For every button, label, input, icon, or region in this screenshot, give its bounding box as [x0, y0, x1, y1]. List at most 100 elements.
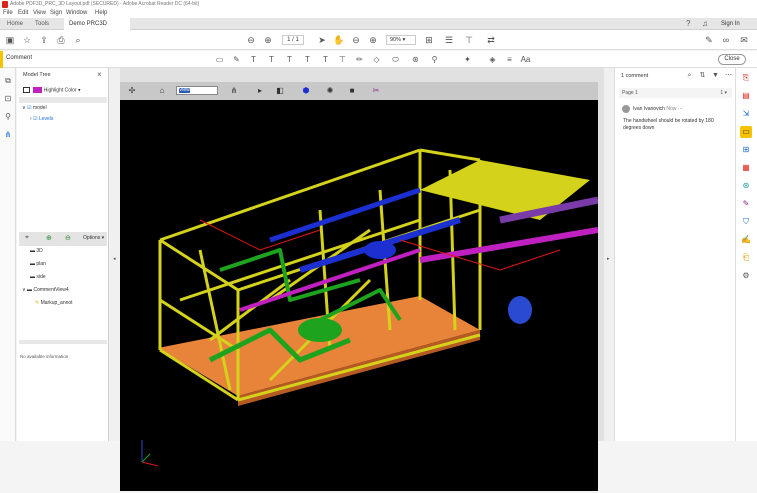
zoom-in-icon[interactable]: ⊕	[367, 34, 379, 46]
protect-icon[interactable]: ⛉	[740, 216, 752, 228]
tree-node-levels[interactable]: › ☑ Levels	[30, 116, 53, 122]
stamp-icon[interactable]: ⊛	[410, 54, 421, 65]
edit-pdf-icon[interactable]: ▤	[740, 90, 752, 102]
save-icon[interactable]: ▣	[4, 34, 16, 46]
export-pdf-icon[interactable]: ⇲	[740, 108, 752, 120]
combine-files-icon[interactable]: ⊞	[740, 144, 752, 156]
highlight-color-row[interactable]: Highlight Color ▾	[23, 87, 80, 93]
view-item[interactable]: ∨ ▬ CommentView4	[22, 287, 69, 293]
link-icon[interactable]: ∞	[720, 34, 732, 46]
search-comments-icon[interactable]: ⌕	[685, 71, 694, 80]
more-options-icon[interactable]: ⋯	[724, 71, 733, 80]
upload-icon[interactable]: ⇪	[38, 34, 50, 46]
cross-section-icon[interactable]: ✂	[370, 85, 382, 97]
text-replace-icon[interactable]: T	[302, 54, 313, 65]
views-options[interactable]: Options ▾	[83, 235, 104, 241]
more-tools-icon[interactable]: ⚙	[740, 270, 752, 282]
draw-pencil-icon[interactable]: ✏	[354, 54, 365, 65]
tab-home[interactable]: Home	[2, 18, 28, 30]
sticky-note-icon[interactable]: ▭	[214, 54, 225, 65]
send-for-signature-icon[interactable]: ✍	[740, 234, 752, 246]
sort-icon[interactable]: ⇅	[698, 71, 707, 80]
menu-help[interactable]: Help	[95, 10, 107, 16]
menu-sign[interactable]: Sign	[50, 10, 62, 16]
eraser-icon[interactable]: ◇	[371, 54, 382, 65]
tree-node-model[interactable]: ∨ ☑ model	[22, 105, 47, 111]
view-item[interactable]: ▬ plan	[30, 261, 46, 267]
view-item[interactable]: ▬ side	[30, 274, 46, 280]
hand-tool-icon[interactable]: ✋	[333, 34, 345, 46]
signin-button[interactable]: Sign In	[721, 21, 740, 27]
page-group-header[interactable]: Page 1 1 ▾	[619, 88, 732, 98]
comment-tool-icon[interactable]: ▭	[740, 126, 752, 138]
background-color-icon[interactable]: ■	[346, 85, 358, 97]
scroll-mode-icon[interactable]: ☰	[443, 34, 455, 46]
add-view-icon[interactable]: ⊕	[46, 234, 52, 242]
text-underline-icon[interactable]: T	[266, 54, 277, 65]
menu-window[interactable]: Window	[66, 10, 87, 16]
help-icon[interactable]: ?	[686, 19, 690, 28]
page-up-icon[interactable]: ⊖	[245, 34, 257, 46]
text-insert-icon[interactable]: T	[284, 54, 295, 65]
organize-pages-icon[interactable]: ▦	[740, 162, 752, 174]
attach-icon[interactable]: ⚲	[429, 54, 440, 65]
color-swatch[interactable]	[33, 87, 43, 93]
fill-sign-icon[interactable]: ✎	[740, 198, 752, 210]
model-tree-icon[interactable]: ⋔	[3, 130, 13, 140]
text-box-icon[interactable]: ⊤	[337, 54, 348, 65]
menu-edit[interactable]: Edit	[18, 10, 28, 16]
rotate-icon[interactable]: ✣	[126, 85, 138, 97]
pin-icon[interactable]: ✦	[462, 54, 473, 65]
close-comment-button[interactable]: Close	[718, 54, 746, 65]
bell-icon[interactable]: ♫	[702, 19, 708, 28]
color-fill-icon[interactable]: ◈	[487, 54, 498, 65]
page-number-input[interactable]: 1 / 1	[282, 35, 304, 45]
zoom-select[interactable]: 90% ▾	[386, 35, 416, 45]
tab-document[interactable]: Demo PRC3D Befo...×	[64, 18, 130, 39]
home-view-icon[interactable]: ⌂	[156, 85, 168, 97]
bookmark-star-icon[interactable]: ☆	[21, 34, 33, 46]
comment-highlight-icon[interactable]: ⊤	[463, 34, 475, 46]
fit-page-icon[interactable]: ⊞	[423, 34, 435, 46]
collapse-left-handle[interactable]: ◂	[110, 68, 120, 441]
menu-file[interactable]: File	[3, 10, 13, 16]
sign-pen-icon[interactable]: ✎	[703, 34, 715, 46]
select-cursor-icon[interactable]: ➤	[316, 34, 328, 46]
bookmarks-icon[interactable]: ⊡	[3, 94, 13, 104]
page-down-icon[interactable]: ⊕	[262, 34, 274, 46]
text-strikethrough-icon[interactable]: T	[248, 54, 259, 65]
model-tree-toggle-icon[interactable]: ⋔	[228, 85, 240, 97]
line-weight-icon[interactable]: ≡	[504, 54, 515, 65]
model-render-icon[interactable]: ◧	[274, 85, 286, 97]
comment-card[interactable]: Ivan Ivanovich Now ⋯ The handwheel shoul…	[619, 102, 732, 142]
camera-icon[interactable]: ⌖	[25, 234, 29, 242]
3d-viewport[interactable]	[120, 100, 599, 491]
model-tree-title: Model Tree	[23, 72, 51, 78]
lighting-icon[interactable]: ✺	[324, 85, 336, 97]
search-icon[interactable]: ⌕	[72, 34, 84, 46]
delete-view-icon[interactable]: ⊖	[65, 234, 71, 242]
print-icon[interactable]: ⎙	[55, 34, 67, 46]
view-markup-item[interactable]: ✎ Markup_annot	[35, 300, 73, 306]
page-thumbnails-icon[interactable]: ⧉	[3, 76, 13, 86]
menu-view[interactable]: View	[33, 10, 46, 16]
mail-icon[interactable]: ✉	[738, 34, 750, 46]
render-mode-icon[interactable]: ⬢	[300, 85, 312, 97]
attachments-icon[interactable]: ⚲	[3, 112, 13, 122]
stamp-tool-icon[interactable]: ⎗	[740, 252, 752, 264]
views-dropdown[interactable]: Views	[176, 86, 218, 95]
font-icon[interactable]: Aa	[520, 54, 531, 65]
zoom-out-icon[interactable]: ⊖	[350, 34, 362, 46]
add-text-icon[interactable]: T	[320, 54, 331, 65]
view-item[interactable]: ▬ 3D	[30, 248, 43, 254]
projection-icon[interactable]: ▸	[254, 85, 266, 97]
highlight-pen-icon[interactable]: ✎	[231, 54, 242, 65]
close-panel-icon[interactable]: ×	[97, 70, 102, 79]
create-pdf-icon[interactable]: ⎘	[740, 72, 752, 84]
tab-tools[interactable]: Tools	[30, 18, 54, 30]
filter-icon[interactable]: ▼	[711, 71, 720, 80]
scan-ocr-icon[interactable]: ⊛	[740, 180, 752, 192]
shapes-icon[interactable]: ⬭	[390, 54, 401, 65]
share-icon[interactable]: ⇄	[485, 34, 497, 46]
collapse-right-handle[interactable]: ▸	[604, 68, 614, 441]
